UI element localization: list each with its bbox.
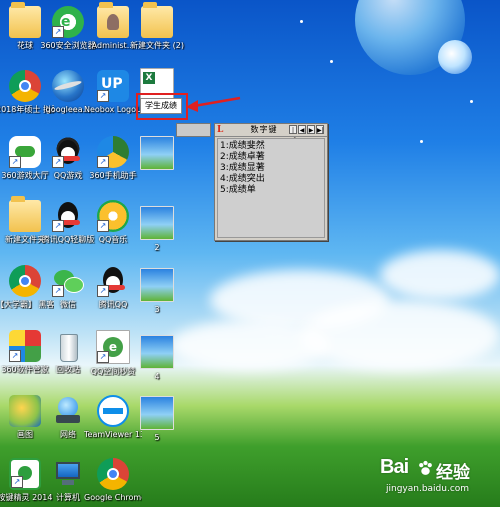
star — [300, 20, 303, 23]
image-file-icon — [140, 136, 174, 170]
qq-game-icon: ↗ — [52, 136, 84, 168]
icon-label: 5 — [154, 433, 160, 442]
icon-label: 3 — [154, 305, 160, 314]
ime-candidate-1[interactable]: 1:成绩斐然 — [220, 141, 322, 152]
recycle-bin-icon — [52, 330, 84, 362]
ime-candidate-list-area: 1:成绩斐然 2:成绩卓著 3:成绩显著 4:成绩突出 5:成绩单 — [217, 138, 325, 238]
desktop: 花球 2018年硕士 拟录取公... ↗ 360游戏大厅 新建文件夹 【大学霸】… — [0, 0, 500, 507]
game-controller-icon: ↗ — [9, 136, 41, 168]
jingyan-text: 经验 — [436, 463, 470, 483]
folder-icon — [9, 2, 41, 38]
qq-music-icon: ↗ — [97, 200, 129, 232]
ime-nav: |◀ ◀ ▶ ▶| — [289, 125, 324, 143]
ime-title: 数字键 — [250, 125, 278, 134]
desktop-icon-image-4[interactable]: 4 — [128, 335, 186, 381]
watermark-url: jingyan.baidu.com — [386, 484, 470, 494]
annotation-arrow-icon — [186, 96, 241, 112]
qq-icon: ↗ — [97, 265, 129, 297]
paint-icon — [9, 395, 41, 427]
desktop-icon-image-3[interactable]: 3 — [128, 268, 186, 314]
image-file-icon — [140, 335, 174, 369]
ime-logo-icon: L — [217, 125, 224, 135]
chrome-icon — [9, 70, 41, 102]
qq-icon: ↗ — [52, 200, 84, 232]
desktop-icon-google-chrome[interactable]: Google Chrome — [84, 458, 142, 502]
desktop-icon-image-5[interactable]: 5 — [128, 396, 186, 442]
desktop-icon-image-2-top[interactable] — [128, 136, 186, 170]
icon-label: Google Chrome — [84, 493, 142, 502]
chrome-icon — [97, 458, 129, 490]
icon-label: Neobox LogoUp 3.2 — [84, 105, 142, 114]
cloud — [380, 250, 500, 300]
desktop-icon-image-2[interactable]: 2 — [128, 206, 186, 252]
image-file-icon — [140, 268, 174, 302]
ime-candidate-5[interactable]: 5:成绩单 — [220, 185, 322, 196]
icon-label: 2 — [154, 243, 160, 252]
360-browser-icon: e ↗ — [52, 6, 84, 38]
key-wizard-icon: ↗ — [9, 458, 41, 490]
teamviewer-icon — [97, 395, 129, 427]
first-page-button[interactable]: |◀ — [289, 125, 297, 143]
360-phone-icon: ↗ — [97, 136, 129, 168]
user-folder-icon — [97, 2, 129, 38]
image-file-icon — [140, 396, 174, 430]
cloud — [300, 300, 500, 370]
last-page-button[interactable]: ▶| — [316, 125, 324, 134]
baidu-paw-icon — [419, 460, 432, 475]
ime-candidate-list: 1:成绩斐然 2:成绩卓著 3:成绩显著 4:成绩突出 5:成绩单 — [218, 139, 324, 198]
star — [330, 60, 333, 63]
ime-status-bar[interactable] — [176, 123, 211, 137]
next-page-button[interactable]: ▶ — [307, 125, 315, 134]
chrome-icon — [9, 265, 41, 297]
wechat-icon: ↗ — [52, 265, 84, 297]
prev-page-button[interactable]: ◀ — [298, 125, 306, 134]
network-icon — [52, 395, 84, 427]
computer-icon — [52, 458, 84, 490]
image-file-icon — [140, 206, 174, 240]
icon-label: 新建文件夹 (2) — [130, 41, 184, 50]
baidu-jingyan-watermark: Bai 经验 jingyan.baidu.com — [380, 456, 500, 496]
star — [420, 140, 423, 143]
star — [470, 100, 473, 103]
folder-icon — [9, 196, 41, 232]
ime-candidate-window: L 数字键 |◀ ◀ ▶ ▶| 1:成绩斐然 2:成绩卓著 3:成绩显著 4:成… — [214, 123, 328, 241]
ime-title-bar: L 数字键 |◀ ◀ ▶ ▶| — [215, 124, 327, 143]
360-software-icon: ↗ — [9, 330, 41, 362]
ime-candidate-2[interactable]: 2:成绩卓著 — [220, 152, 322, 163]
ime-candidate-3[interactable]: 3:成绩显著 — [220, 163, 322, 174]
baidu-logo: Bai — [380, 456, 409, 478]
logoup-icon: UP ↗ — [97, 70, 129, 102]
ime-candidate-4[interactable]: 4:成绩突出 — [220, 174, 322, 185]
qzone-icon: e ↗ — [96, 330, 130, 364]
desktop-icon-new-folder-2[interactable]: 新建文件夹 (2) — [128, 2, 186, 50]
google-earth-icon — [52, 70, 84, 102]
moon-decoration — [438, 40, 472, 74]
icon-label: 4 — [154, 372, 160, 381]
icon-label: 360手机助手 — [89, 171, 137, 180]
cloud — [170, 320, 330, 370]
folder-icon — [141, 2, 173, 38]
rename-input[interactable]: 学生成绩 — [140, 98, 182, 114]
